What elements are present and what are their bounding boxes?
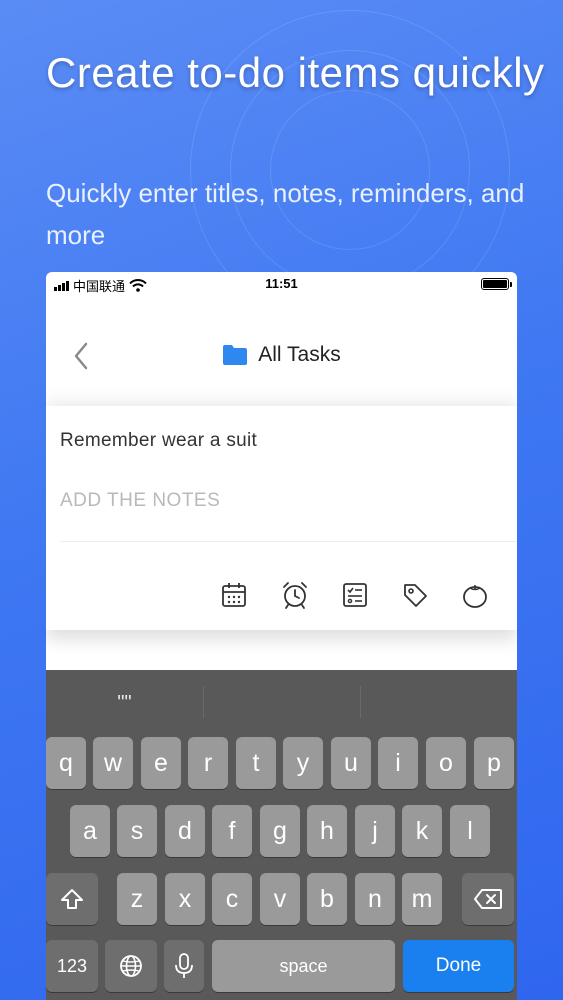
reminder-button[interactable] xyxy=(280,580,310,610)
key-v[interactable]: v xyxy=(260,873,300,925)
key-k[interactable]: k xyxy=(402,805,442,857)
shift-key[interactable] xyxy=(46,873,98,925)
done-key[interactable]: Done xyxy=(403,940,514,992)
key-l[interactable]: l xyxy=(450,805,490,857)
key-i[interactable]: i xyxy=(378,737,418,789)
task-editor-card: Remember wear a suit ADD THE NOTES xyxy=(46,406,517,630)
alarm-clock-icon xyxy=(283,582,307,609)
nav-title-label: All Tasks xyxy=(258,343,341,366)
key-m[interactable]: m xyxy=(402,873,442,925)
key-n[interactable]: n xyxy=(355,873,395,925)
globe-key[interactable] xyxy=(105,940,157,992)
status-bar: 中国联通 11:51 xyxy=(46,272,517,296)
battery-icon xyxy=(481,278,512,290)
calendar-button[interactable] xyxy=(219,580,249,610)
backspace-key[interactable] xyxy=(462,873,514,925)
key-g[interactable]: g xyxy=(260,805,300,857)
key-d[interactable]: d xyxy=(165,805,205,857)
key-p[interactable]: p xyxy=(474,737,514,789)
key-x[interactable]: x xyxy=(165,873,205,925)
microphone-icon xyxy=(175,953,193,978)
keyboard: "" q w e r t y u i o p a s d f g h j k l… xyxy=(46,670,517,1000)
key-w[interactable]: w xyxy=(93,737,133,789)
tag-icon xyxy=(404,584,427,607)
folder-icon xyxy=(223,345,248,365)
keyboard-suggestions: "" xyxy=(46,670,517,736)
key-s[interactable]: s xyxy=(117,805,157,857)
shift-icon xyxy=(61,889,83,909)
checklist-button[interactable] xyxy=(340,580,370,610)
key-j[interactable]: j xyxy=(355,805,395,857)
numbers-key[interactable]: 123 xyxy=(46,940,98,992)
space-key[interactable]: space xyxy=(212,940,395,992)
calendar-icon xyxy=(222,583,246,607)
divider xyxy=(60,541,517,542)
key-r[interactable]: r xyxy=(188,737,228,789)
globe-icon xyxy=(120,955,142,977)
suggestion-item[interactable] xyxy=(203,670,360,736)
nav-title: All Tasks xyxy=(46,343,517,367)
nav-bar: All Tasks xyxy=(46,296,517,396)
task-title-input[interactable]: Remember wear a suit xyxy=(60,430,257,452)
backspace-icon xyxy=(474,889,502,909)
key-b[interactable]: b xyxy=(307,873,347,925)
key-u[interactable]: u xyxy=(331,737,371,789)
subheadline: Quickly enter titles, notes, reminders, … xyxy=(46,178,525,250)
key-c[interactable]: c xyxy=(212,873,252,925)
pomodoro-icon xyxy=(463,585,487,608)
suggestion-item[interactable]: "" xyxy=(46,670,203,736)
key-h[interactable]: h xyxy=(307,805,347,857)
phone-screen: 中国联通 11:51 All Tasks Remember wear a sui… xyxy=(46,272,517,1000)
pomodoro-button[interactable] xyxy=(460,580,490,610)
suggestion-item[interactable] xyxy=(360,670,517,736)
key-e[interactable]: e xyxy=(141,737,181,789)
checklist-icon xyxy=(343,583,367,607)
status-time: 11:51 xyxy=(265,276,298,291)
key-z[interactable]: z xyxy=(117,873,157,925)
task-notes-input[interactable]: ADD THE NOTES xyxy=(60,490,220,512)
headline: Create to-do items quickly xyxy=(46,49,545,96)
key-f[interactable]: f xyxy=(212,805,252,857)
key-o[interactable]: o xyxy=(426,737,466,789)
key-t[interactable]: t xyxy=(236,737,276,789)
key-a[interactable]: a xyxy=(70,805,110,857)
dictation-key[interactable] xyxy=(164,940,204,992)
key-q[interactable]: q xyxy=(46,737,86,789)
key-y[interactable]: y xyxy=(283,737,323,789)
tag-button[interactable] xyxy=(400,580,430,610)
